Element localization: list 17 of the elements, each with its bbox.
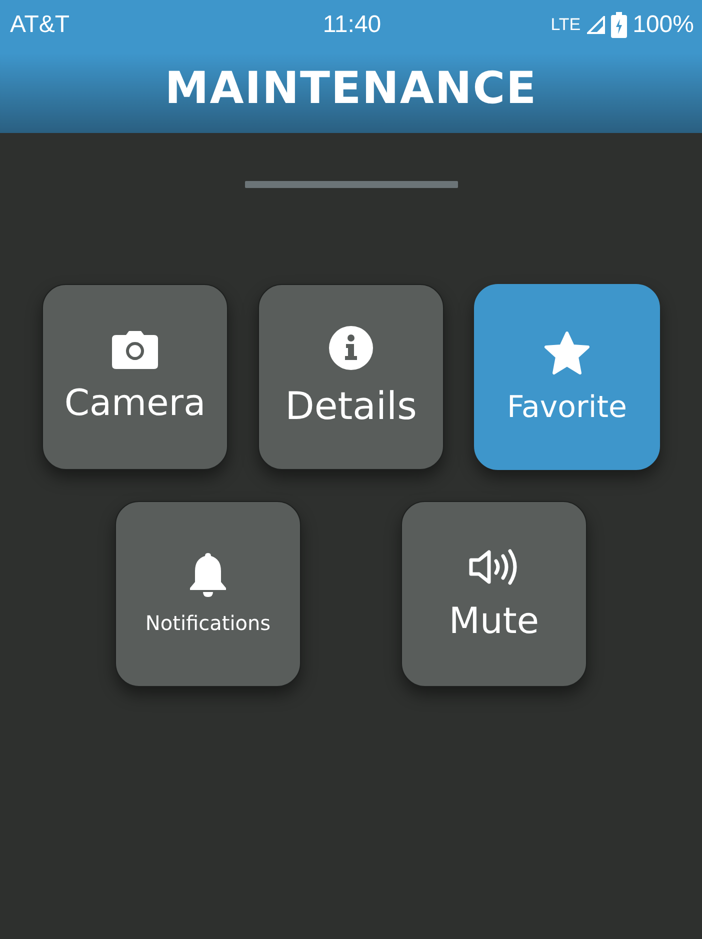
network-label: LTE — [550, 15, 581, 35]
battery-level: 100% — [632, 11, 694, 39]
carrier-label: AT&T — [10, 11, 70, 38]
action-tile[interactable]: Details — [258, 284, 444, 470]
action-tile[interactable]: Camera — [42, 284, 228, 470]
info-icon — [329, 326, 373, 370]
action-tile[interactable]: Notifications — [115, 501, 301, 687]
star-icon — [543, 330, 591, 376]
signal-icon — [586, 16, 605, 34]
battery-icon — [610, 12, 627, 38]
speaker-icon — [468, 546, 520, 586]
page-title: MAINTENANCE — [164, 63, 538, 116]
drag-handle[interactable] — [244, 181, 458, 188]
action-tile[interactable]: Mute — [401, 501, 587, 687]
camera-icon — [112, 330, 158, 368]
clock: 11:40 — [322, 11, 382, 38]
bell-icon — [188, 553, 228, 597]
